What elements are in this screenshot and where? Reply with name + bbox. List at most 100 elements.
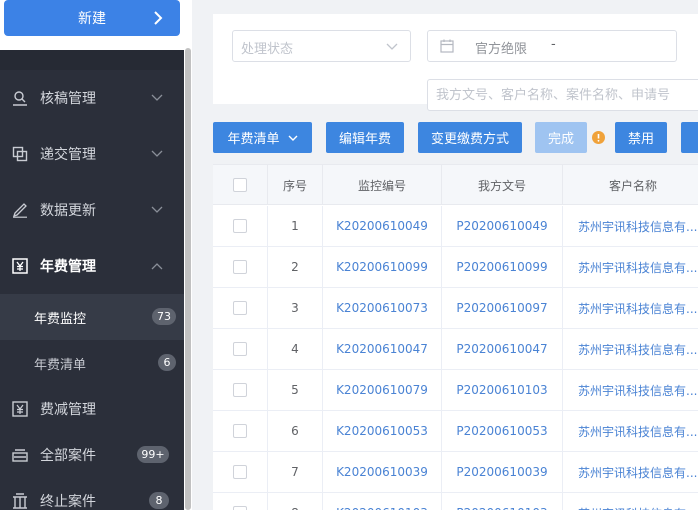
row-seq: 2 [268, 247, 323, 287]
count-badge: 99+ [137, 446, 169, 463]
sub-item-label: 年费清单 [34, 357, 87, 373]
row-checkbox[interactable] [233, 506, 247, 510]
scrollbar-thumb[interactable] [185, 48, 191, 510]
row-client-link[interactable]: 苏州宇讯科技信息有... [563, 452, 698, 492]
row-monitor-no-link[interactable]: K20200610049 [323, 206, 442, 246]
table-row[interactable]: 3 K20200610073 P20200610097 苏州宇讯科技信息有... [213, 288, 698, 329]
table-row[interactable]: 7 K20200610039 P20200610039 苏州宇讯科技信息有... [213, 452, 698, 493]
change-payment-button[interactable]: 变更缴费方式 [418, 122, 522, 153]
column-header-our-no[interactable]: 我方文号 [442, 165, 563, 205]
date-range-picker[interactable]: 官方绝限 - [427, 30, 677, 62]
row-our-no-link[interactable]: P20200610049 [442, 206, 563, 246]
menu-item-submit[interactable]: 递交管理 [0, 126, 184, 182]
date-range-separator: - [551, 37, 556, 52]
count-badge: 6 [158, 354, 176, 371]
disable-button-label: 禁用 [627, 132, 654, 147]
chevron-down-icon [151, 206, 163, 213]
row-monitor-no-link[interactable]: K20200610053 [323, 411, 442, 451]
new-button[interactable]: 新建 [4, 0, 180, 36]
row-monitor-no-link[interactable]: K20200610103 [323, 493, 442, 510]
column-header-monitor-no[interactable]: 监控编号 [323, 165, 442, 205]
row-monitor-no-link[interactable]: K20200610073 [323, 288, 442, 328]
edit-fee-button[interactable]: 编辑年费 [326, 122, 404, 153]
date-range-label: 官方绝限 [475, 42, 528, 57]
row-select-cell [213, 411, 268, 451]
row-our-no-link[interactable]: P20200610103 [442, 370, 563, 410]
table-row[interactable]: 8K20200610103P20200610103苏州宇讯科技信息有... [213, 493, 698, 510]
chevron-down-icon [386, 43, 398, 50]
disable-button[interactable]: 禁用 [615, 122, 667, 153]
table-row[interactable]: 6 K20200610053 P20200610053 苏州宇讯科技信息有... [213, 411, 698, 452]
edit-icon [12, 203, 27, 218]
menu-item-annual-fee[interactable]: 年费管理 [0, 238, 184, 294]
all-cases-icon [12, 449, 28, 462]
row-checkbox[interactable] [233, 465, 247, 479]
row-our-no-link[interactable]: P20200610039 [442, 452, 563, 492]
terminated-icon [13, 493, 27, 509]
row-client-link[interactable]: 苏州宇讯科技信息有... [563, 493, 698, 510]
row-checkbox[interactable] [233, 424, 247, 438]
table-header: 序号 监控编号 我方文号 客户名称 [213, 164, 698, 205]
table-row[interactable]: 5 K20200610079 P20200610103 苏州宇讯科技信息有... [213, 370, 698, 411]
row-seq: 1 [268, 206, 323, 246]
search-input-wrapper[interactable] [427, 79, 698, 111]
row-client-link[interactable]: 苏州宇讯科技信息有... [563, 247, 698, 287]
row-select-cell [213, 452, 268, 492]
row-monitor-no-link[interactable]: K20200610099 [323, 247, 442, 287]
sidebar-scrollbar[interactable] [184, 48, 192, 510]
row-our-no-link[interactable]: P20200610103 [442, 493, 563, 510]
row-our-no-link[interactable]: P20200610099 [442, 247, 563, 287]
fee-list-dropdown-button[interactable]: 年费清单 [213, 122, 312, 153]
row-checkbox[interactable] [233, 342, 247, 356]
sidebar-item-fee-list[interactable]: 年费清单 6 [0, 340, 184, 386]
row-checkbox[interactable] [233, 260, 247, 274]
complete-button[interactable]: 完成 [535, 122, 587, 153]
row-client-link[interactable]: 苏州宇讯科技信息有... [563, 329, 698, 369]
row-monitor-no-link[interactable]: K20200610039 [323, 452, 442, 492]
status-select[interactable]: 处理状态 [232, 30, 411, 62]
select-all-cell [213, 165, 268, 205]
row-monitor-no-link[interactable]: K20200610079 [323, 370, 442, 410]
row-client-link[interactable]: 苏州宇讯科技信息有... [563, 411, 698, 451]
row-client-link[interactable]: 苏州宇讯科技信息有... [563, 288, 698, 328]
row-checkbox[interactable] [233, 383, 247, 397]
edit-fee-button-label: 编辑年费 [338, 132, 391, 147]
table-row[interactable]: 1 K20200610049 P20200610049 苏州宇讯科技信息有... [213, 206, 698, 247]
column-header-seq[interactable]: 序号 [268, 165, 323, 205]
menu-item-review[interactable]: 核稿管理 [0, 70, 184, 126]
review-icon [13, 91, 27, 106]
row-select-cell [213, 329, 268, 369]
menu-item-label: 递交管理 [40, 147, 96, 163]
row-select-cell [213, 206, 268, 246]
row-seq: 6 [268, 411, 323, 451]
sidebar-item-fee-monitor[interactable]: 年费监控 73 [0, 294, 184, 340]
count-badge: 73 [152, 308, 176, 325]
menu-item-data-update[interactable]: 数据更新 [0, 182, 184, 238]
menu-item-terminated[interactable]: 终止案件 8 [0, 473, 184, 510]
row-client-link[interactable]: 苏州宇讯科技信息有... [563, 370, 698, 410]
row-seq: 5 [268, 370, 323, 410]
more-button[interactable] [681, 122, 698, 153]
status-select-placeholder: 处理状态 [241, 42, 294, 57]
row-our-no-link[interactable]: P20200610047 [442, 329, 563, 369]
column-header-client[interactable]: 客户名称 [563, 165, 698, 205]
row-monitor-no-link[interactable]: K20200610047 [323, 329, 442, 369]
row-checkbox[interactable] [233, 219, 247, 233]
chevron-down-icon [151, 94, 163, 101]
menu-item-label: 核稿管理 [40, 91, 96, 107]
row-our-no-link[interactable]: P20200610097 [442, 288, 563, 328]
menu-item-label: 全部案件 [40, 448, 96, 464]
sidebar-divider [0, 50, 192, 70]
select-all-checkbox[interactable] [233, 178, 247, 192]
count-badge: 8 [149, 492, 169, 509]
table-row[interactable]: 4 K20200610047 P20200610047 苏州宇讯科技信息有... [213, 329, 698, 370]
row-client-link[interactable]: 苏州宇讯科技信息有... [563, 206, 698, 246]
row-seq: 3 [268, 288, 323, 328]
row-select-cell [213, 247, 268, 287]
data-table: 序号 监控编号 我方文号 客户名称 1 K20200610049 P20200610… [213, 164, 698, 510]
fee-reduce-icon [12, 401, 28, 417]
table-row[interactable]: 2 K20200610099 P20200610099 苏州宇讯科技信息有... [213, 247, 698, 288]
row-our-no-link[interactable]: P20200610053 [442, 411, 563, 451]
search-input[interactable] [428, 80, 698, 110]
row-checkbox[interactable] [233, 301, 247, 315]
